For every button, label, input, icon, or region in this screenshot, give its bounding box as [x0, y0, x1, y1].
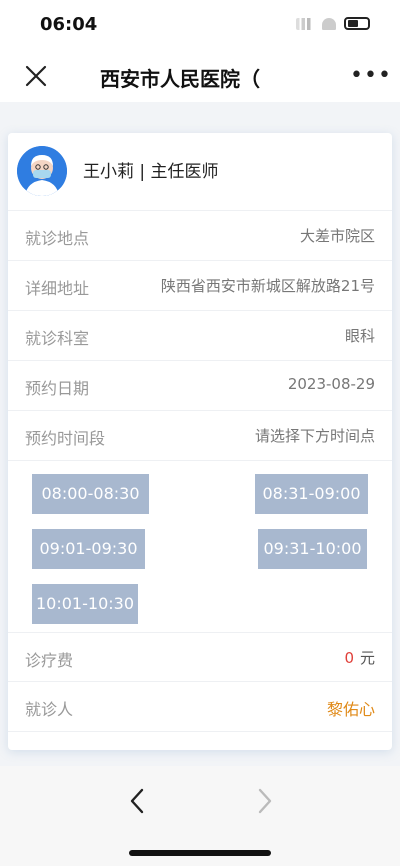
time-slot-button[interactable]: 09:01-09:30	[32, 529, 145, 569]
row-department: 就诊科室 眼科	[8, 311, 392, 361]
battery-icon	[344, 17, 370, 30]
status-icons	[296, 17, 370, 30]
row-value: 陕西省西安市新城区解放路21号	[160, 277, 375, 295]
forward-arrow-icon[interactable]	[252, 786, 276, 816]
fee-label: 诊疗费	[25, 651, 74, 670]
home-indicator[interactable]	[129, 850, 271, 856]
fee-value: 0元	[344, 647, 375, 668]
row-label: 详细地址	[25, 279, 90, 298]
row-label: 就诊地点	[25, 229, 90, 248]
status-time: 06:04	[40, 14, 98, 35]
row-value: 大差市院区	[299, 227, 375, 245]
signal-icon	[296, 17, 314, 30]
row-time-period: 预约时间段 请选择下方时间点	[8, 411, 392, 461]
row-value: 眼科	[344, 327, 375, 345]
doctor-name: 王小莉 | 主任医师	[83, 162, 219, 182]
doctor-avatar	[17, 146, 67, 196]
time-slot-button[interactable]: 09:31-10:00	[258, 529, 367, 569]
fee-unit: 元	[359, 649, 375, 667]
row-value: 2023-08-29	[287, 375, 375, 393]
row-fee: 诊疗费 0元	[8, 632, 392, 682]
time-slot-button[interactable]: 08:00-08:30	[32, 474, 149, 514]
page-title: 西安市人民医院（	[100, 67, 260, 91]
status-bar: 06:04	[0, 0, 400, 50]
time-slot-button[interactable]: 10:01-10:30	[32, 584, 138, 624]
time-slot-button[interactable]: 08:31-09:00	[255, 474, 368, 514]
row-date: 预约日期 2023-08-29	[8, 361, 392, 411]
patient-label: 就诊人	[25, 700, 74, 719]
row-location: 就诊地点 大差市院区	[8, 211, 392, 261]
row-label: 预约时间段	[25, 429, 106, 448]
close-icon[interactable]	[22, 62, 50, 90]
doctor-row: 王小莉 | 主任医师	[8, 133, 392, 211]
more-icon[interactable]: •••	[350, 63, 391, 89]
back-arrow-icon[interactable]	[126, 786, 150, 816]
row-address: 详细地址 陕西省西安市新城区解放路21号	[8, 261, 392, 311]
row-patient[interactable]: 就诊人 黎佑心	[8, 682, 392, 732]
fee-amount: 0	[344, 649, 354, 667]
wifi-icon	[322, 17, 336, 30]
row-value: 请选择下方时间点	[254, 427, 375, 445]
patient-value[interactable]: 黎佑心	[327, 696, 375, 720]
nav-bar: 西安市人民医院（ •••	[0, 50, 400, 102]
appointment-card: 王小莉 | 主任医师 就诊地点 大差市院区 详细地址 陕西省西安市新城区解放路2…	[8, 133, 392, 750]
row-label: 就诊科室	[25, 329, 90, 348]
row-label: 预约日期	[25, 379, 90, 398]
